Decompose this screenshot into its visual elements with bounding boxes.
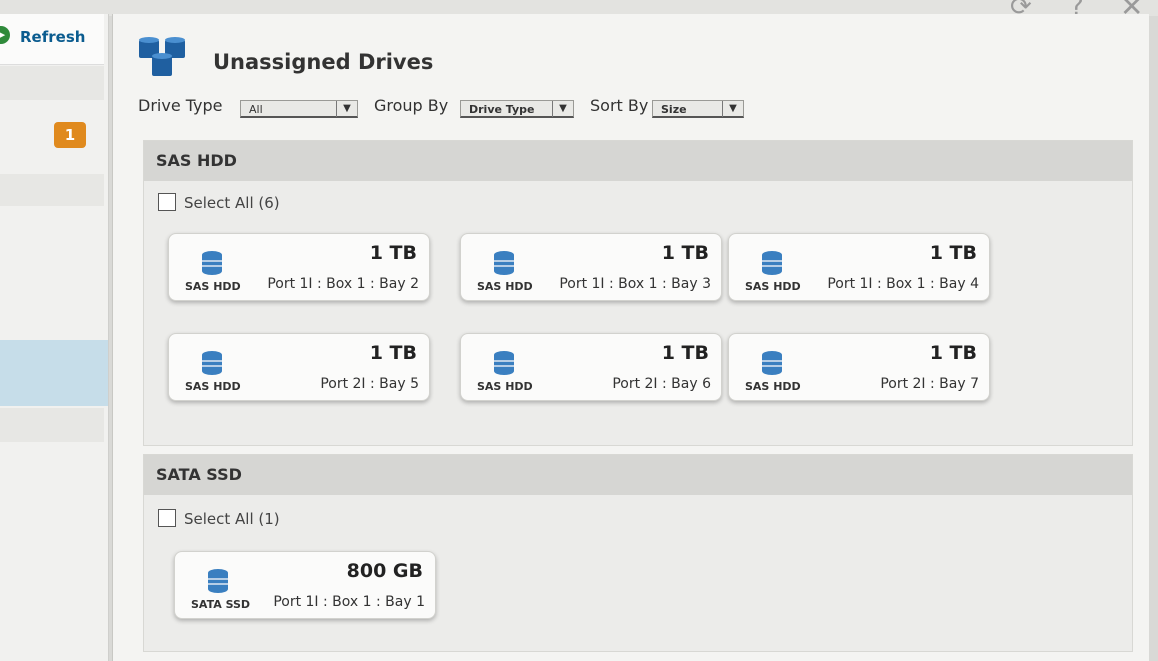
select-all-label: Select All (1) <box>184 510 280 528</box>
select-all-sata-ssd[interactable]: Select All (1) <box>158 509 280 528</box>
disk-drive-icon <box>202 251 222 275</box>
select-all-label: Select All (6) <box>184 194 280 212</box>
disk-drive-icon <box>202 351 222 375</box>
drive-type: SAS HDD <box>477 280 533 293</box>
drive-location: Port 1I : Box 1 : Bay 1 <box>273 594 425 610</box>
refresh-icon: ▶ <box>0 26 10 44</box>
drive-type: SATA SSD <box>191 598 251 611</box>
drive-location: Port 1I : Box 1 : Bay 2 <box>267 276 419 292</box>
group-by-select[interactable]: Drive Type ▼ <box>460 100 574 118</box>
group-by-label: Group By <box>374 96 449 115</box>
drive-card[interactable]: SAS HDD 1 TB Port 1I : Box 1 : Bay 3 <box>460 233 722 301</box>
drive-location: Port 2I : Bay 6 <box>612 376 711 392</box>
drive-size: 1 TB <box>661 342 709 364</box>
select-all-checkbox[interactable] <box>158 509 176 527</box>
drive-type-label: Drive Type <box>138 96 223 115</box>
disk-drive-icon <box>208 569 228 593</box>
disk-drive-icon <box>494 351 514 375</box>
count-badge: 1 <box>54 122 86 148</box>
drive-location: Port 1I : Box 1 : Bay 4 <box>827 276 979 292</box>
sort-by-select[interactable]: Size ▼ <box>652 100 744 118</box>
drive-type: SAS HDD <box>185 380 241 393</box>
drive-card[interactable]: SAS HDD 1 TB Port 1I : Box 1 : Bay 4 <box>728 233 990 301</box>
drive-size: 1 TB <box>929 342 977 364</box>
drive-location: Port 1I : Box 1 : Bay 3 <box>559 276 711 292</box>
drive-size: 1 TB <box>929 242 977 264</box>
drive-card[interactable]: SAS HDD 1 TB Port 1I : Box 1 : Bay 2 <box>168 233 430 301</box>
disk-drive-icon <box>494 251 514 275</box>
chevron-down-icon: ▼ <box>336 101 357 117</box>
drive-card[interactable]: SAS HDD 1 TB Port 2I : Bay 5 <box>168 333 430 401</box>
sidebar-item[interactable] <box>0 174 104 206</box>
disk-drive-icon <box>762 251 782 275</box>
sidebar: ▶ Refresh 1 <box>0 14 109 661</box>
refresh-button[interactable]: ▶ Refresh <box>0 14 104 65</box>
drive-type-value: All <box>249 103 263 116</box>
drive-type: SAS HDD <box>745 380 801 393</box>
drive-group-sas-hdd: SAS HDD Select All (6) SAS HDD 1 TB Port… <box>143 140 1133 446</box>
sidebar-item[interactable] <box>0 408 104 442</box>
group-header: SAS HDD <box>144 141 1132 181</box>
drives-group-icon <box>139 37 185 76</box>
filter-bar: Drive Type All ▼ Group By Drive Type ▼ S… <box>138 96 778 122</box>
select-all-checkbox[interactable] <box>158 193 176 211</box>
group-by-value: Drive Type <box>469 103 535 116</box>
page-title: Unassigned Drives <box>213 50 434 74</box>
disk-drive-icon <box>762 351 782 375</box>
drive-location: Port 2I : Bay 7 <box>880 376 979 392</box>
drive-size: 1 TB <box>369 242 417 264</box>
drive-card[interactable]: SAS HDD 1 TB Port 2I : Bay 7 <box>728 333 990 401</box>
sidebar-item[interactable] <box>0 66 104 100</box>
drive-type: SAS HDD <box>477 380 533 393</box>
drive-type-select[interactable]: All ▼ <box>240 100 358 118</box>
sort-by-label: Sort By <box>590 96 649 115</box>
select-all-sas-hdd[interactable]: Select All (6) <box>158 193 280 212</box>
drive-size: 1 TB <box>369 342 417 364</box>
drive-location: Port 2I : Bay 5 <box>320 376 419 392</box>
unassigned-drives-panel: Unassigned Drives Drive Type All ▼ Group… <box>112 14 1149 661</box>
refresh-label: Refresh <box>20 28 86 46</box>
chevron-down-icon: ▼ <box>552 101 573 117</box>
chevron-down-icon: ▼ <box>722 101 743 117</box>
drive-card[interactable]: SATA SSD 800 GB Port 1I : Box 1 : Bay 1 <box>174 551 436 619</box>
drive-size: 800 GB <box>346 560 423 582</box>
drive-card[interactable]: SAS HDD 1 TB Port 2I : Bay 6 <box>460 333 722 401</box>
sort-by-value: Size <box>661 103 687 116</box>
drive-group-sata-ssd: SATA SSD Select All (1) SATA SSD 800 GB … <box>143 454 1133 652</box>
group-header: SATA SSD <box>144 455 1132 495</box>
drive-type: SAS HDD <box>745 280 801 293</box>
sidebar-item-selected[interactable] <box>0 340 108 406</box>
drive-type: SAS HDD <box>185 280 241 293</box>
drive-size: 1 TB <box>661 242 709 264</box>
